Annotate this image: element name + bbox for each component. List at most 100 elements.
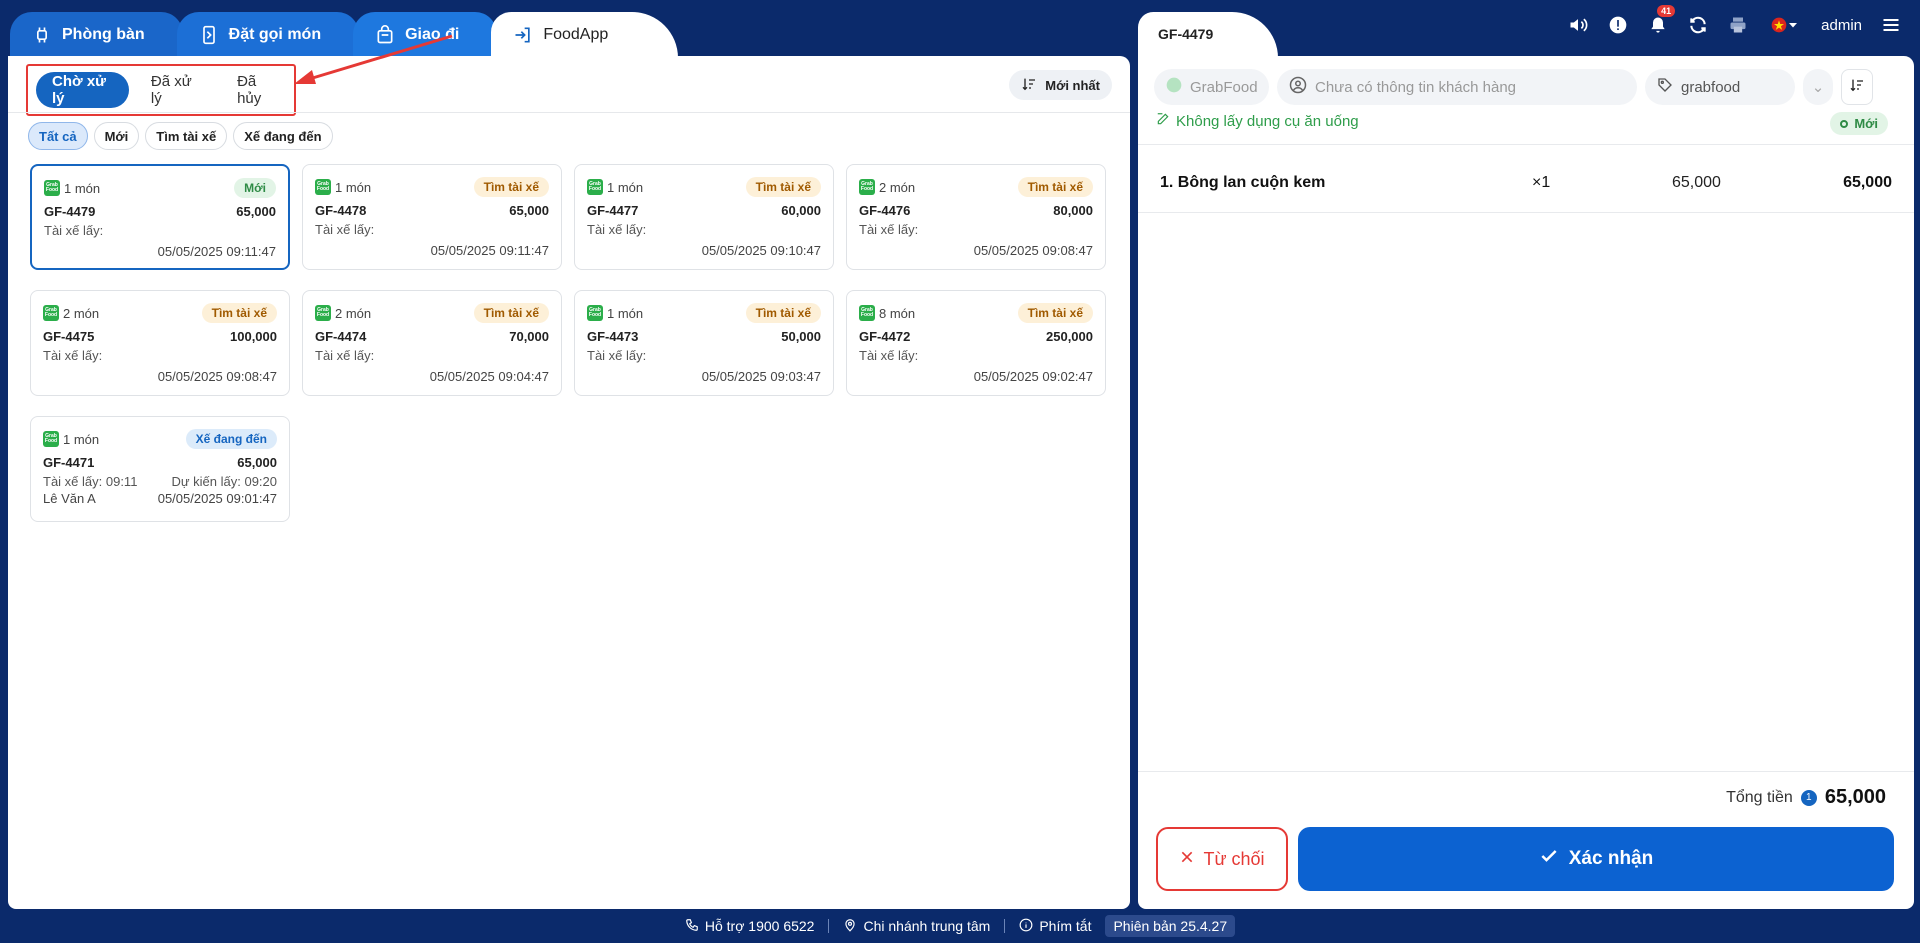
order-code: GF-4474 [315,329,367,344]
footer: Hỗ trợ 1900 6522 Chi nhánh trung tâm Phí… [0,912,1920,940]
order-card[interactable]: Grab Food 2 món Tìm tài xế GF-4474 70,000 Tà… [302,290,562,396]
grabfood-logo-icon: Grab Food [315,305,331,321]
order-card[interactable]: Grab Food 1 món Tìm tài xế GF-4478 65,000 Tà… [302,164,562,270]
grabfood-logo-icon: Grab Food [587,305,603,321]
login-icon [513,25,533,45]
order-item-row[interactable]: 1. Bông lan cuộn kem ×1 65,000 65,000 [1160,168,1892,198]
order-time: 05/05/2025 09:01:47 [157,491,277,506]
status-badge: Mới [234,178,276,198]
order-code: GF-4471 [43,455,95,470]
tab-dat-goi-mon[interactable]: Đặt gọi món [176,12,360,58]
item-count: 1 món [607,305,644,321]
customer-field[interactable]: Chưa có thông tin khách hàng [1277,69,1637,105]
sort-icon [1021,76,1037,95]
detail-sort-button[interactable] [1841,69,1873,105]
status-tab-processed[interactable]: Đã xử lý [135,72,215,108]
order-card[interactable]: Grab Food 1 món Mới GF-4479 65,000 Tài xế lấ… [30,164,290,270]
tab-foodapp[interactable]: FoodApp [491,12,679,58]
notification-count: 41 [1657,5,1676,17]
shortcuts-link[interactable]: Phím tắt [1019,918,1091,935]
detail-order-code: GF-4479 [1158,26,1214,42]
tab-phong-ban[interactable]: Phòng bàn [10,12,183,58]
check-icon [1539,846,1559,872]
divider [1004,919,1006,933]
item-count: 2 món [879,179,916,195]
confirm-label: Xác nhận [1568,848,1654,869]
order-card[interactable]: Grab Food 1 món Xế đang đến GF-4471 65,000 T… [30,416,290,522]
user-name[interactable]: admin [1821,17,1862,34]
grabfood-logo-icon [1166,77,1182,97]
tab-giao-di[interactable]: Giao đi [353,12,498,58]
grabfood-logo-icon: Grab Food [859,305,875,321]
order-time: 05/05/2025 09:02:47 [973,369,1093,384]
menu-icon[interactable] [1880,14,1902,36]
alert-icon[interactable] [1607,14,1629,36]
divider [8,112,1130,113]
refresh-icon[interactable] [1687,14,1709,36]
status-badge: Tìm tài xế [473,303,549,323]
driver-pickup: Tài xế lấy: [44,223,104,238]
source-field[interactable]: GrabFood [1154,69,1269,105]
driver-pickup: Tài xế lấy: [43,348,103,363]
order-list-panel: Chờ xử lý Đã xử lý Đã hủy Mới nhất Tất c… [8,56,1130,909]
order-card[interactable]: Grab Food 1 món Tìm tài xế GF-4473 50,000 Tà… [574,290,834,396]
order-code: GF-4475 [43,329,95,344]
source-label: GrabFood [1190,78,1258,96]
order-card[interactable]: Grab Food 2 món Tìm tài xế GF-4476 80,000 Tà… [846,164,1106,270]
status-tab-cancelled[interactable]: Đã hủy [221,72,294,108]
detail-tab[interactable]: GF-4479 [1138,12,1278,58]
order-amount: 60,000 [781,203,821,218]
order-amount: 50,000 [781,329,821,344]
item-count: 1 món [64,180,101,196]
item-count: 2 món [335,305,372,321]
tab-label: Đặt gọi món [228,26,322,43]
user-icon [1289,76,1307,98]
tag-dropdown[interactable]: ⌄ [1803,69,1833,105]
confirm-button[interactable]: Xác nhận [1298,827,1894,891]
order-time: 05/05/2025 09:11:47 [430,243,549,258]
order-card[interactable]: Grab Food 8 món Tìm tài xế GF-4472 250,000 T… [846,290,1106,396]
status-badge: Tìm tài xế [473,177,549,197]
support-text: Hỗ trợ 1900 6522 [704,918,815,934]
edit-icon [1156,112,1170,130]
grabfood-logo-icon: Grab Food [44,180,60,196]
speaker-icon[interactable] [1567,14,1589,36]
support-link[interactable]: Hỗ trợ 1900 6522 [685,918,815,935]
expected-pickup: Dự kiến lấy: 09:20 [171,474,277,489]
detail-status: Mới [1854,116,1878,131]
total-label: Tổng tiền [1726,788,1793,806]
order-code: GF-4476 [859,203,911,218]
customer-placeholder: Chưa có thông tin khách hàng [1315,78,1517,96]
order-amount: 65,000 [237,455,277,470]
branch-text: Chi nhánh trung tâm [863,918,991,934]
tag-field[interactable]: grabfood [1645,69,1795,105]
table-icon [32,25,52,45]
vietnam-flag-icon[interactable] [1767,14,1803,36]
order-card[interactable]: Grab Food 2 món Tìm tài xế GF-4475 100,000 T… [30,290,290,396]
grabfood-logo-icon: Grab Food [43,305,59,321]
order-code: GF-4479 [44,204,96,219]
grabfood-logo-icon: Grab Food [587,179,603,195]
item-qty: ×1 [1532,174,1551,191]
filter-chip-new[interactable]: Mới [93,122,140,150]
order-time: 05/05/2025 09:08:47 [157,369,277,384]
total-count: 1 [1800,789,1817,806]
item-count: 8 món [879,305,916,321]
order-time: 05/05/2025 09:11:47 [157,244,276,259]
status-badge: Xế đang đến [185,429,277,449]
sort-button[interactable]: Mới nhất [1009,70,1112,100]
filter-chip-finding-driver[interactable]: Tìm tài xế [145,122,228,150]
branch-link[interactable]: Chi nhánh trung tâm [843,918,990,935]
sort-icon [1849,77,1865,98]
printer-icon[interactable] [1727,14,1749,36]
filter-chip-all[interactable]: Tất cả [28,122,88,150]
order-amount: 65,000 [236,204,276,219]
filter-chip-driver-coming[interactable]: Xế đang đến [233,122,333,150]
order-card[interactable]: Grab Food 1 món Tìm tài xế GF-4477 60,000 Tà… [574,164,834,270]
bell-icon[interactable]: 41 [1647,5,1676,36]
order-time: 05/05/2025 09:03:47 [701,369,821,384]
order-code: GF-4473 [587,329,639,344]
driver-pickup: Tài xế lấy: [587,222,647,237]
reject-button[interactable]: Từ chối [1156,827,1288,891]
status-tab-pending[interactable]: Chờ xử lý [36,72,129,108]
